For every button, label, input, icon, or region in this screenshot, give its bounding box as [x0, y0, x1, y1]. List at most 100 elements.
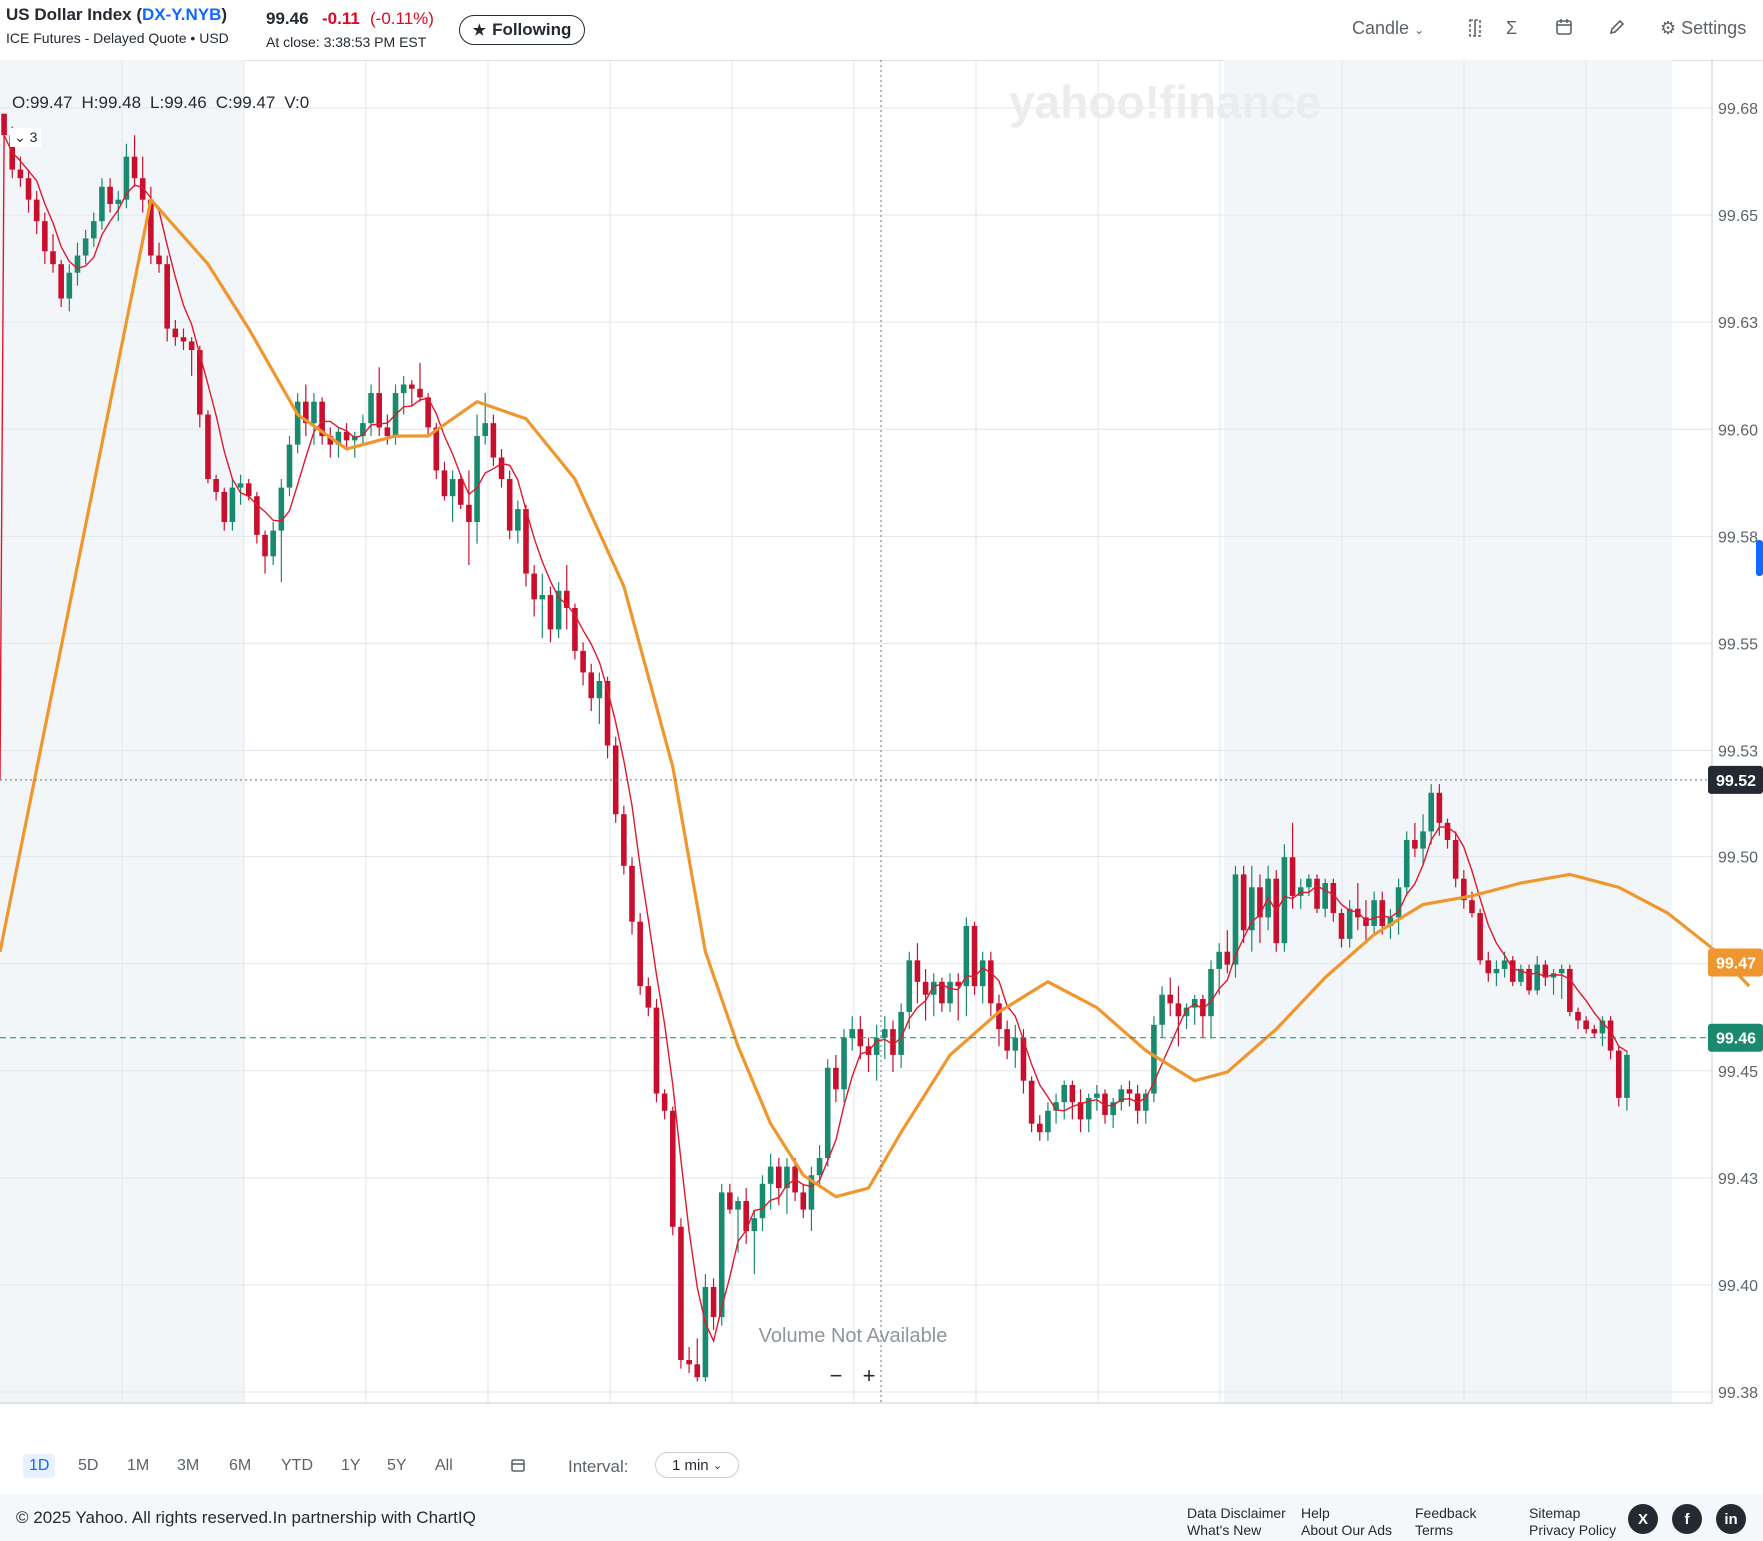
calendar-icon[interactable]: [510, 1457, 526, 1478]
candle: [767, 1166, 774, 1184]
indicators-icon[interactable]: Σ: [1506, 18, 1517, 39]
price-change-percent: (-0.11%): [370, 9, 434, 28]
candle: [824, 1067, 831, 1159]
footer-link-feedback[interactable]: Feedback: [1415, 1505, 1476, 1521]
candle: [74, 255, 81, 273]
candle: [1036, 1123, 1043, 1133]
y-tick-label: 99.65: [1718, 208, 1758, 225]
candle: [629, 865, 635, 922]
candle: [890, 1029, 896, 1055]
draw-icon[interactable]: [1608, 18, 1626, 41]
candle: [1493, 968, 1500, 974]
range-1y[interactable]: 1Y: [341, 1457, 361, 1475]
interval-select[interactable]: 1 min ⌄: [655, 1452, 739, 1478]
candle: [262, 534, 268, 557]
candle: [1159, 994, 1165, 1025]
candle: [816, 1158, 823, 1176]
candle: [1330, 882, 1337, 914]
candle: [1, 113, 7, 136]
candle: [1306, 878, 1312, 888]
following-button[interactable]: ★ Following: [459, 15, 585, 45]
candle: [661, 1093, 668, 1111]
candle: [237, 483, 244, 488]
candle: [1379, 900, 1386, 926]
footer-link-terms[interactable]: Terms: [1415, 1522, 1453, 1538]
range-1m[interactable]: 1M: [127, 1457, 149, 1475]
footer-link-disclaimer[interactable]: Data Disclaimer: [1187, 1505, 1286, 1521]
linkedin-icon[interactable]: in: [1716, 1504, 1746, 1534]
study-count-toggle[interactable]: ⌄ 3: [10, 128, 42, 147]
range-6m[interactable]: 6M: [229, 1457, 251, 1475]
range-5d[interactable]: 5D: [78, 1457, 98, 1475]
range-1d[interactable]: 1D: [23, 1454, 56, 1478]
y-tick-label: 99.40: [1718, 1278, 1758, 1295]
candle: [727, 1192, 733, 1210]
candle: [694, 1364, 701, 1378]
ohlc-volume: V:0: [284, 93, 310, 112]
candle: [751, 1218, 758, 1232]
candle: [1346, 908, 1353, 939]
range-3m[interactable]: 3M: [177, 1457, 199, 1475]
candle: [384, 427, 391, 437]
events-icon[interactable]: [1555, 18, 1573, 41]
candle: [172, 328, 179, 338]
candle: [376, 393, 383, 428]
range-all[interactable]: All: [435, 1457, 453, 1475]
candle: [1509, 960, 1516, 982]
price-chart[interactable]: yahoo!finance Volume Not Available − + 99.…: [0, 60, 1763, 1410]
candle: [457, 479, 464, 505]
candle: [1322, 882, 1328, 909]
candle: [433, 427, 440, 471]
zoom-in-button[interactable]: +: [863, 1363, 876, 1388]
ma-price-tag: 99.47: [1716, 955, 1756, 972]
candle: [25, 178, 32, 200]
candle: [1567, 968, 1573, 1012]
candle: [1412, 840, 1418, 849]
candle: [1501, 960, 1508, 969]
candle: [139, 178, 146, 200]
price-change: -0.11: [322, 9, 360, 28]
footer-link-sitemap[interactable]: Sitemap: [1529, 1505, 1580, 1521]
zoom-out-button[interactable]: −: [830, 1363, 843, 1388]
crosshair-price-tag: 99.52: [1716, 773, 1756, 790]
y-tick-label: 99.38: [1718, 1385, 1758, 1402]
symbol-link[interactable]: DX-Y.NYB: [142, 5, 221, 24]
candle: [245, 483, 252, 497]
compare-icon[interactable]: [1466, 18, 1484, 43]
ohlc-open: O:99.47: [12, 93, 73, 112]
candle: [1624, 1054, 1630, 1098]
chart-type-dropdown[interactable]: Candle ⌄: [1352, 18, 1424, 39]
y-tick-label: 99.55: [1718, 636, 1758, 653]
footer-link-about-ads[interactable]: About Our Ads: [1301, 1522, 1392, 1538]
candlestick-chart[interactable]: yahoo!finance Volume Not Available − + 99.…: [0, 60, 1763, 1410]
candle: [531, 573, 537, 600]
candle: [800, 1192, 807, 1210]
candle: [156, 255, 162, 265]
footer: © 2025 Yahoo. All rights reserved.In par…: [0, 1494, 1763, 1541]
settings-button[interactable]: ⚙ Settings: [1660, 18, 1746, 39]
facebook-icon[interactable]: f: [1672, 1504, 1702, 1534]
candle: [107, 186, 113, 204]
footer-link-whats-new[interactable]: What's New: [1187, 1522, 1261, 1538]
candle: [1208, 968, 1214, 1017]
candle: [1469, 900, 1475, 914]
x-social-icon[interactable]: X: [1628, 1504, 1658, 1534]
candle: [669, 1110, 676, 1227]
candle: [1216, 951, 1222, 969]
candle: [1615, 1050, 1622, 1098]
range-ytd[interactable]: YTD: [281, 1457, 313, 1475]
footer-link-help[interactable]: Help: [1301, 1505, 1330, 1521]
yahoo-finance-watermark: yahoo!finance: [1009, 76, 1321, 128]
candle: [1583, 1020, 1589, 1030]
candle: [645, 986, 652, 1008]
candle: [90, 221, 97, 239]
candle: [1534, 964, 1541, 991]
candle: [278, 487, 285, 531]
range-5y[interactable]: 5Y: [387, 1457, 407, 1475]
candle: [947, 981, 953, 1004]
candle: [1558, 968, 1565, 974]
candle: [270, 530, 276, 557]
candle: [539, 595, 546, 600]
footer-link-privacy[interactable]: Privacy Policy: [1529, 1522, 1616, 1538]
candle: [1028, 1080, 1035, 1124]
